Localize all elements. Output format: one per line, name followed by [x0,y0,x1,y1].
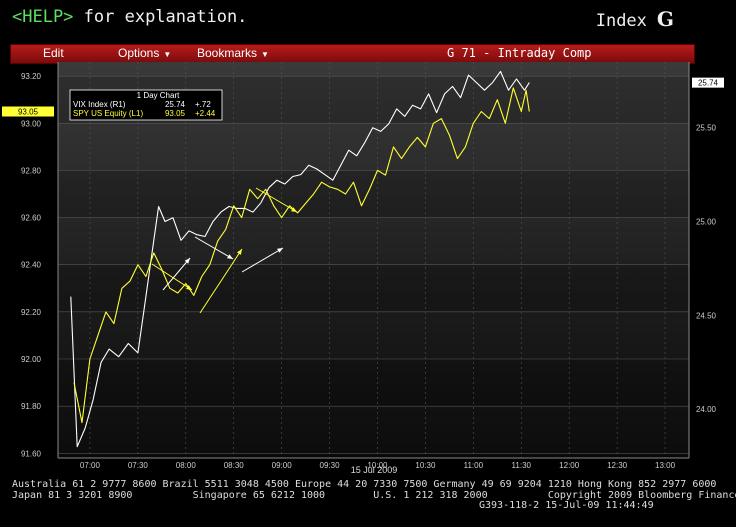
page-title: G 71 - Intraday Comp [447,46,592,60]
legend-value: 25.74 [165,100,186,109]
legend-series-name: VIX Index (R1) [73,100,126,109]
right-tick-label: 24.50 [696,311,717,320]
left-tick-label: 93.20 [21,72,42,81]
left-tick-label: 93.00 [21,119,42,128]
options-menu-label: Options [118,46,160,60]
index-label: Index [595,11,647,31]
left-tick-label: 91.80 [21,402,42,411]
left-tick-label: 92.80 [21,166,42,175]
x-tick-label: 08:30 [224,461,245,470]
x-tick-label: 11:00 [464,461,484,470]
right-tick-label: 25.50 [696,124,717,133]
x-tick-label: 07:00 [80,461,101,470]
help-key[interactable]: <HELP> [12,7,73,27]
x-axis-label: 15 Jul 2009 [351,465,398,475]
right-tick-label: 24.00 [696,405,717,414]
left-tick-label: 92.60 [21,214,42,223]
chart-legend: 1 Day Chart VIX Index (R1) 25.74 +.72 SPY US… [69,89,223,121]
right-tick-label: 25.00 [696,218,717,227]
legend-series-name: SPY US Equity (L1) [73,109,143,118]
chevron-down-icon: ▼ [261,50,269,59]
left-axis: 93.20 93.00 92.80 92.60 92.40 92.20 92.00 91.80… [21,72,42,458]
plot-band [58,359,689,407]
footer-line-1: Australia 61 2 9777 8600 Brazil 5511 304… [12,479,717,490]
x-tick-label: 09:30 [320,461,341,470]
plot-band [58,264,689,312]
left-tick-label: 92.40 [21,261,42,270]
x-tick-label: 07:30 [128,461,149,470]
footer-line-3: G393-118-2 15-Jul-09 11:44:49 [479,500,654,511]
x-tick-label: 12:00 [559,461,580,470]
intraday-chart[interactable]: 93.20 93.00 92.80 92.60 92.40 92.20 92.00 91.80… [0,62,736,501]
right-value-badge-text: 25.74 [698,79,719,88]
menu-bar: Edit Options ▼ Bookmarks ▼ G 71 - Intraday… [10,44,695,64]
x-tick-label: 12:30 [607,461,628,470]
left-value-badge-text: 93.05 [18,108,39,117]
plot-band [58,170,689,218]
left-tick-label: 92.20 [21,308,42,317]
x-tick-label: 13:00 [655,461,676,470]
footer-contacts: Australia 61 2 9777 8600 Brazil 5511 304… [12,479,736,512]
help-prompt[interactable]: <HELP> for explanation. [12,7,247,27]
x-tick-label: 08:00 [176,461,197,470]
options-menu[interactable]: Options ▼ [118,46,171,60]
edit-menu[interactable]: Edit [43,46,64,60]
edit-menu-label: Edit [43,46,64,60]
x-tick-label: 09:00 [272,461,293,470]
left-tick-label: 91.60 [21,449,42,458]
left-tick-label: 92.00 [21,355,42,364]
bookmarks-menu[interactable]: Bookmarks ▼ [197,46,269,60]
market-sector-label: Index G [596,7,674,31]
bookmarks-menu-label: Bookmarks [197,46,258,60]
legend-title: 1 Day Chart [137,91,180,100]
legend-change: +.72 [195,100,211,109]
legend-value: 93.05 [165,109,186,118]
chart-area[interactable]: 93.20 93.00 92.80 92.60 92.40 92.20 92.00 91.80… [0,62,736,501]
x-tick-label: 11:30 [512,461,532,470]
top-command-bar: <HELP> for explanation. Index G [0,0,736,40]
right-axis: 25.50 25.00 24.50 24.00 [696,124,717,415]
function-glyph: G [656,7,674,31]
help-text: for explanation. [73,7,248,27]
legend-change: +2.44 [195,109,216,118]
x-tick-label: 10:30 [415,461,436,470]
chevron-down-icon: ▼ [163,50,172,59]
